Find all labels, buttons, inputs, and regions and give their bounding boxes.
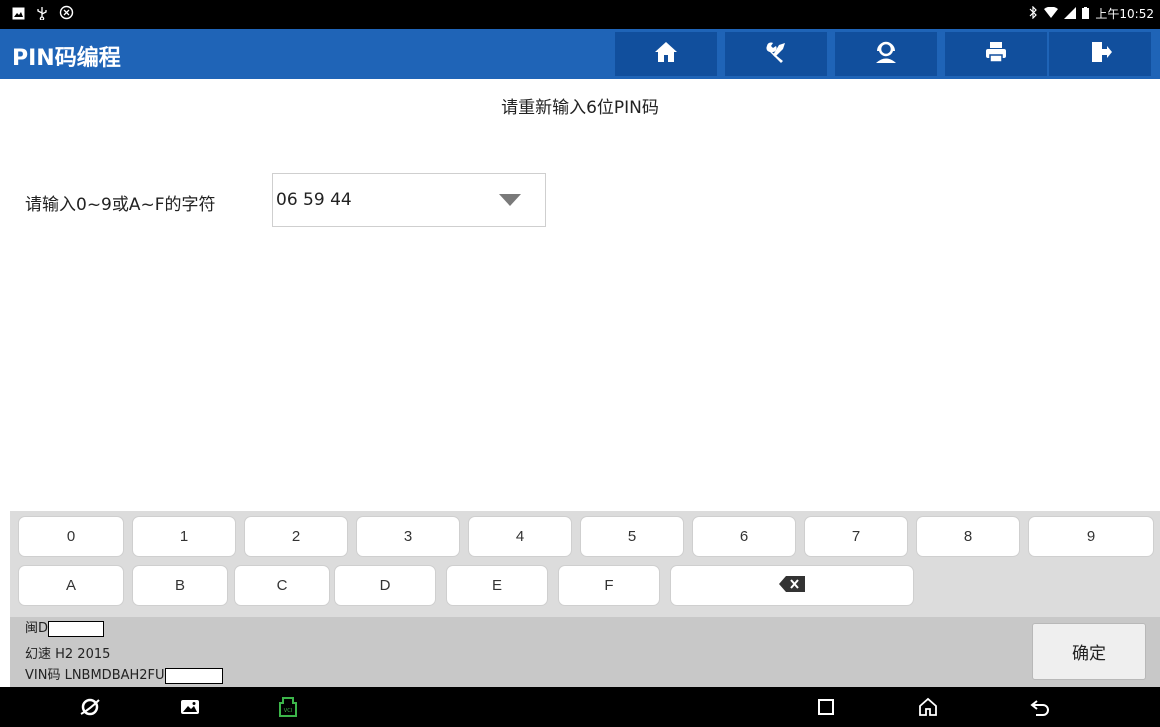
key-2[interactable]: 2 — [244, 516, 348, 557]
key-6[interactable]: 6 — [692, 516, 796, 557]
pin-field-label: 请输入0~9或A~F的字符 — [25, 195, 216, 215]
support-button[interactable] — [835, 32, 937, 76]
vehicle-info-bar: 闽D 幻速 H2 2015 VIN码 LNBMDBAH2FU 确定 — [10, 617, 1160, 687]
pin-input-dropdown[interactable]: 06 59 44 — [272, 173, 546, 227]
gallery-icon[interactable] — [176, 694, 204, 720]
print-button[interactable] — [945, 32, 1047, 76]
redacted-box — [164, 668, 223, 684]
key-3[interactable]: 3 — [356, 516, 460, 557]
pin-input-value: 06 59 44 — [276, 190, 352, 210]
tools-icon — [763, 39, 789, 69]
confirm-button[interactable]: 确定 — [1032, 623, 1146, 680]
key-0[interactable]: 0 — [18, 516, 124, 557]
home-icon — [653, 39, 679, 69]
back-icon[interactable] — [1026, 694, 1054, 720]
print-icon — [983, 39, 1009, 69]
vci-icon[interactable]: VCI — [274, 694, 302, 720]
settings-badge-icon — [59, 5, 74, 24]
key-9[interactable]: 9 — [1028, 516, 1154, 557]
backspace-icon — [779, 575, 805, 596]
key-e[interactable]: E — [446, 565, 548, 606]
tools-button[interactable] — [725, 32, 827, 76]
recents-icon[interactable] — [812, 694, 840, 720]
key-4[interactable]: 4 — [468, 516, 572, 557]
key-7[interactable]: 7 — [804, 516, 908, 557]
status-time: 上午10:52 — [1095, 7, 1154, 21]
key-1[interactable]: 1 — [132, 516, 236, 557]
image-icon — [12, 5, 25, 24]
hex-keyboard: 0 1 2 3 4 5 6 7 8 9 A B C D E F — [10, 511, 1160, 617]
support-icon — [873, 39, 899, 69]
home-icon[interactable] — [914, 694, 942, 720]
status-bar: 上午10:52 — [0, 0, 1160, 29]
plate-line: 闽D — [25, 621, 105, 637]
plate-label: 闽D — [25, 621, 49, 636]
signal-icon — [1064, 6, 1077, 22]
battery-icon — [1082, 6, 1090, 22]
vin-label: VIN码 LNBMDBAH2FU — [25, 668, 165, 683]
key-5[interactable]: 5 — [580, 516, 684, 557]
key-d[interactable]: D — [334, 565, 436, 606]
system-nav-bar: VCI — [0, 687, 1160, 727]
exit-button[interactable] — [1049, 32, 1151, 76]
bluetooth-icon — [1028, 5, 1038, 22]
wifi-icon — [1044, 6, 1059, 22]
key-c[interactable]: C — [234, 565, 330, 606]
home-button[interactable] — [615, 32, 717, 76]
svg-text:VCI: VCI — [284, 708, 292, 714]
key-8[interactable]: 8 — [916, 516, 1020, 557]
app-title-bar: PIN码编程 — [0, 29, 1160, 79]
key-b[interactable]: B — [132, 565, 228, 606]
browser-icon[interactable] — [76, 694, 104, 720]
pin-prompt: 请重新输入6位PIN码 — [501, 98, 659, 118]
key-f[interactable]: F — [558, 565, 660, 606]
chevron-down-icon — [499, 194, 521, 206]
vehicle-model: 幻速 H2 2015 — [25, 647, 111, 662]
key-a[interactable]: A — [18, 565, 124, 606]
backspace-key[interactable] — [670, 565, 914, 606]
exit-icon — [1087, 39, 1113, 69]
vin-line: VIN码 LNBMDBAH2FU — [25, 668, 223, 684]
page-title: PIN码编程 — [12, 46, 121, 71]
redacted-box — [48, 621, 105, 637]
usb-icon — [35, 5, 49, 24]
